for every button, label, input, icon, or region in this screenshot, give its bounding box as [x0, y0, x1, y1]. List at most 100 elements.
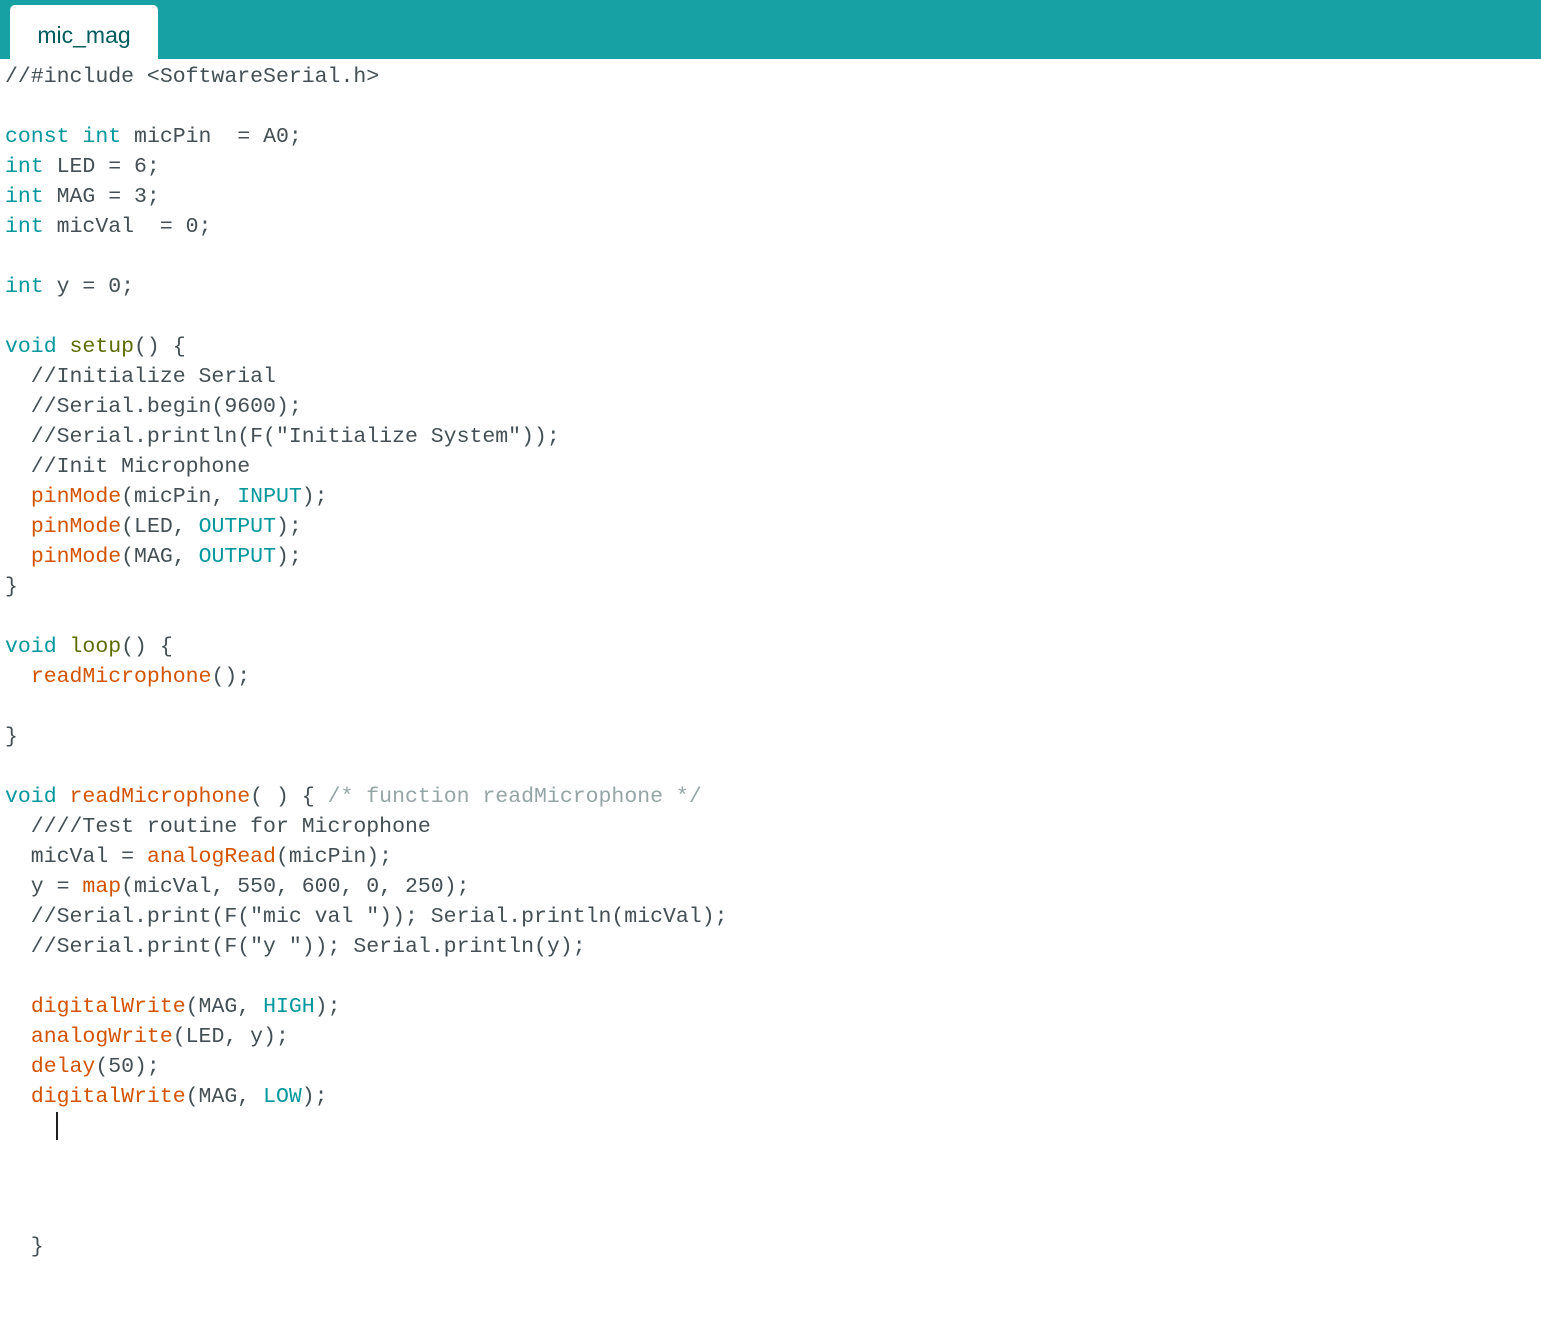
- code-line: pinMode(micPin, INPUT);: [5, 482, 328, 512]
- code-line: }: [5, 722, 18, 752]
- code-line: }: [5, 572, 18, 602]
- code-token: pinMode: [30, 485, 122, 509]
- code-token: analogWrite: [30, 1025, 173, 1049]
- code-token: () {: [121, 635, 173, 659]
- code-token: const: [5, 125, 70, 149]
- code-token: micVal =: [5, 845, 147, 869]
- code-token: //Init Microphone: [5, 455, 251, 479]
- code-token: (LED,: [121, 515, 199, 539]
- code-line: micVal = analogRead(micPin);: [5, 842, 392, 872]
- code-line: pinMode(LED, OUTPUT);: [5, 512, 302, 542]
- code-token: micVal = 0;: [43, 215, 212, 239]
- code-line: //Serial.println(F("Initialize System"))…: [5, 422, 560, 452]
- code-token: analogRead: [146, 845, 276, 869]
- code-line: //Serial.begin(9600);: [5, 392, 302, 422]
- code-token: int: [82, 125, 122, 149]
- code-token: map: [82, 875, 122, 899]
- code-line: pinMode(MAG, OUTPUT);: [5, 542, 302, 572]
- code-token: /* function readMicrophone */: [327, 785, 702, 809]
- code-token: (micPin,: [121, 485, 238, 509]
- code-token: }: [5, 1235, 44, 1259]
- code-token: //Serial.print(F("y ")); Serial.println(…: [5, 935, 586, 959]
- code-token: }: [5, 575, 18, 599]
- code-line: int micVal = 0;: [5, 212, 211, 242]
- code-line: //#include <SoftwareSerial.h>: [5, 62, 379, 92]
- code-token: LOW: [263, 1085, 302, 1109]
- code-token: y =: [5, 875, 83, 899]
- code-line: int MAG = 3;: [5, 182, 160, 212]
- code-line: }: [5, 1232, 44, 1262]
- code-editor[interactable]: //#include <SoftwareSerial.h> const int m…: [0, 59, 1541, 1322]
- code-token: int: [5, 215, 44, 239]
- code-line: void setup() {: [5, 332, 186, 362]
- code-token: micPin = A0;: [121, 125, 302, 149]
- code-token: OUTPUT: [198, 515, 276, 539]
- code-token: digitalWrite: [30, 995, 186, 1019]
- code-token: setup: [69, 335, 135, 359]
- code-token: (MAG,: [185, 1085, 264, 1109]
- code-token: INPUT: [237, 485, 302, 509]
- code-token: (50);: [95, 1055, 160, 1079]
- code-line: void readMicrophone( ) { /* function rea…: [5, 782, 702, 812]
- code-line: y = map(micVal, 550, 600, 0, 250);: [5, 872, 470, 902]
- code-line: const int micPin = A0;: [5, 122, 302, 152]
- code-token: ////Test routine for Microphone: [5, 815, 431, 839]
- code-token: (micVal, 550, 600, 0, 250);: [121, 875, 470, 899]
- code-token: readMicrophone: [69, 785, 251, 809]
- code-token: digitalWrite: [30, 1085, 186, 1109]
- code-line: int LED = 6;: [5, 152, 160, 182]
- code-token: readMicrophone: [30, 665, 212, 689]
- code-token: ();: [211, 665, 251, 689]
- code-line: delay(50);: [5, 1052, 160, 1082]
- code-token: );: [275, 545, 302, 569]
- code-token: LED = 6;: [43, 155, 160, 179]
- code-line: //Serial.print(F("mic val ")); Serial.pr…: [5, 902, 728, 932]
- code-token: void: [5, 635, 57, 659]
- code-token: );: [275, 515, 302, 539]
- code-line: ////Test routine for Microphone: [5, 812, 431, 842]
- code-token: }: [5, 725, 18, 749]
- code-token: pinMode: [30, 515, 122, 539]
- code-token: (LED, y);: [172, 1025, 289, 1049]
- code-line: //Init Microphone: [5, 452, 250, 482]
- code-token: //Initialize Serial: [5, 365, 276, 389]
- code-token: void: [5, 335, 57, 359]
- tab-mic-mag[interactable]: mic_mag: [10, 5, 158, 59]
- code-token: int: [5, 185, 44, 209]
- code-line: digitalWrite(MAG, HIGH);: [5, 992, 341, 1022]
- code-token: loop: [69, 635, 122, 659]
- code-token: y = 0;: [43, 275, 135, 299]
- text-cursor: [56, 1112, 58, 1140]
- code-token: //Serial.print(F("mic val ")); Serial.pr…: [5, 905, 728, 929]
- code-token: (MAG,: [185, 995, 264, 1019]
- code-line: //Serial.print(F("y ")); Serial.println(…: [5, 932, 586, 962]
- code-token: );: [301, 485, 328, 509]
- code-token: HIGH: [263, 995, 315, 1019]
- code-token: void: [5, 785, 57, 809]
- code-token: delay: [30, 1055, 96, 1079]
- code-line: digitalWrite(MAG, LOW);: [5, 1082, 328, 1112]
- code-token: OUTPUT: [198, 545, 276, 569]
- code-token: (micPin);: [275, 845, 393, 869]
- code-token: int: [5, 155, 44, 179]
- code-line: analogWrite(LED, y);: [5, 1022, 289, 1052]
- code-token: int: [5, 275, 44, 299]
- code-token: );: [314, 995, 341, 1019]
- code-line: //Initialize Serial: [5, 362, 276, 392]
- code-line: void loop() {: [5, 632, 173, 662]
- code-token: (MAG,: [121, 545, 199, 569]
- code-token: //#include <SoftwareSerial.h>: [5, 65, 380, 89]
- code-token: //Serial.begin(9600);: [5, 395, 302, 419]
